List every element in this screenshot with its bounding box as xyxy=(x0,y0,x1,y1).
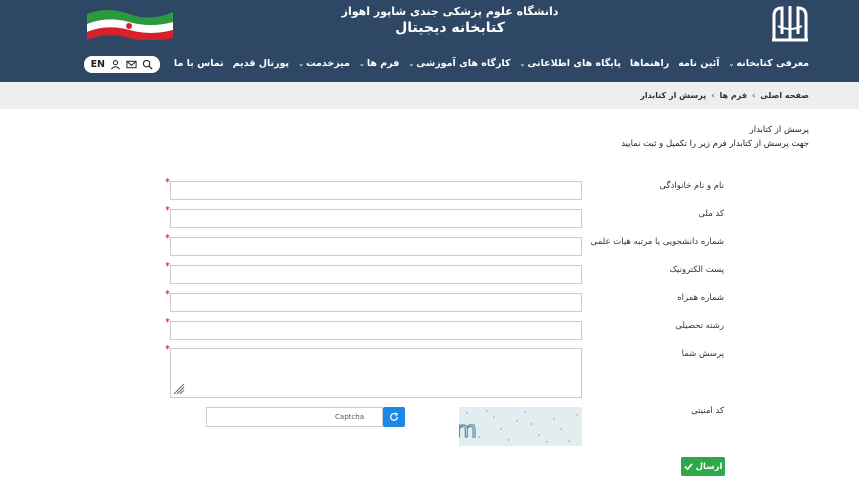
student-id-input[interactable] xyxy=(170,237,582,256)
chevron-down-icon: ⌄ xyxy=(298,59,304,68)
breadcrumb-home[interactable]: صفحه اصلی xyxy=(760,91,809,100)
nav-item-guides[interactable]: راهنماها xyxy=(630,58,669,69)
chevron-down-icon: ⌄ xyxy=(358,59,365,68)
national-id-input[interactable] xyxy=(170,209,582,228)
full-name-input[interactable] xyxy=(170,181,582,200)
iran-flag-icon xyxy=(87,10,173,40)
national-id-label: کد ملی xyxy=(698,209,724,219)
mail-icon[interactable] xyxy=(126,59,137,70)
captcha-label: کد امنیتی xyxy=(691,406,724,416)
submit-button[interactable]: ارسال xyxy=(681,457,725,476)
site-header: دانشگاه علوم پزشکی جندی شاپور اهواز کتاب… xyxy=(0,0,859,82)
field-of-study-label: رشته تحصیلی xyxy=(675,321,724,331)
resize-grip-icon[interactable] xyxy=(173,383,185,395)
captcha-refresh-button[interactable] xyxy=(383,407,405,427)
check-icon xyxy=(683,463,693,471)
svg-text:wb46m: wb46m xyxy=(459,418,477,443)
mobile-input[interactable] xyxy=(170,293,582,312)
nav-item-service-desk[interactable]: میزخدمت ⌄ xyxy=(298,58,350,69)
header-tools: EN xyxy=(84,56,160,73)
email-label: پست الکترونیک xyxy=(669,265,724,275)
university-title: دانشگاه علوم پزشکی جندی شاپور اهواز xyxy=(341,5,559,18)
mobile-label: شماره همراه xyxy=(677,293,724,303)
nav-item-workshops[interactable]: کارگاه های آموزشی ⌄ xyxy=(408,58,510,69)
nav-item-contact[interactable]: تماس با ما xyxy=(174,58,224,69)
chevron-down-icon: ⌄ xyxy=(728,59,735,68)
question-label: پرسش شما xyxy=(681,349,724,359)
chevron-down-icon: ⌄ xyxy=(519,59,526,68)
chevron-left-icon: › xyxy=(711,91,715,100)
captcha-image: wb46m xyxy=(459,407,582,446)
nav-item-old-portal[interactable]: پورتال قدیم xyxy=(233,58,289,69)
nav-item-databases[interactable]: پایگاه های اطلاعاتی ⌄ xyxy=(520,58,621,69)
nav-item-about[interactable]: معرفی کتابخانه ⌄ xyxy=(729,58,809,69)
breadcrumb-current: پرسش از کتابدار xyxy=(640,91,707,100)
field-of-study-input[interactable] xyxy=(170,321,582,340)
full-name-label: نام و نام خانوادگی xyxy=(659,181,724,191)
breadcrumb: صفحه اصلی › فرم ها › پرسش از کتابدار xyxy=(640,91,809,100)
chevron-left-icon: › xyxy=(751,91,756,100)
breadcrumb-forms[interactable]: فرم ها xyxy=(720,91,747,100)
refresh-icon xyxy=(390,412,399,421)
main-nav: معرفی کتابخانه ⌄ آئین نامه راهنماها پایگا… xyxy=(174,58,809,69)
user-icon[interactable] xyxy=(110,59,121,70)
email-input[interactable] xyxy=(170,265,582,284)
page-title: پرسش از کتابدار xyxy=(749,125,809,135)
university-logo[interactable] xyxy=(768,2,812,44)
search-icon[interactable] xyxy=(142,59,153,70)
question-textarea[interactable] xyxy=(170,348,582,398)
nav-item-regulations[interactable]: آئین نامه xyxy=(678,58,719,69)
language-toggle[interactable]: EN xyxy=(91,59,105,70)
page-subtitle: جهت پرسش از کتابدار فرم زیر را تکمیل و ث… xyxy=(621,139,809,149)
library-title: کتابخانه دیجیتال xyxy=(395,20,505,36)
student-id-label: شماره دانشجویی یا مرتبه هیات علمی xyxy=(590,237,724,247)
nav-item-forms[interactable]: فرم ها ⌄ xyxy=(359,58,399,69)
chevron-down-icon: ⌄ xyxy=(408,59,415,68)
captcha-input[interactable]: Captcha xyxy=(206,407,383,427)
